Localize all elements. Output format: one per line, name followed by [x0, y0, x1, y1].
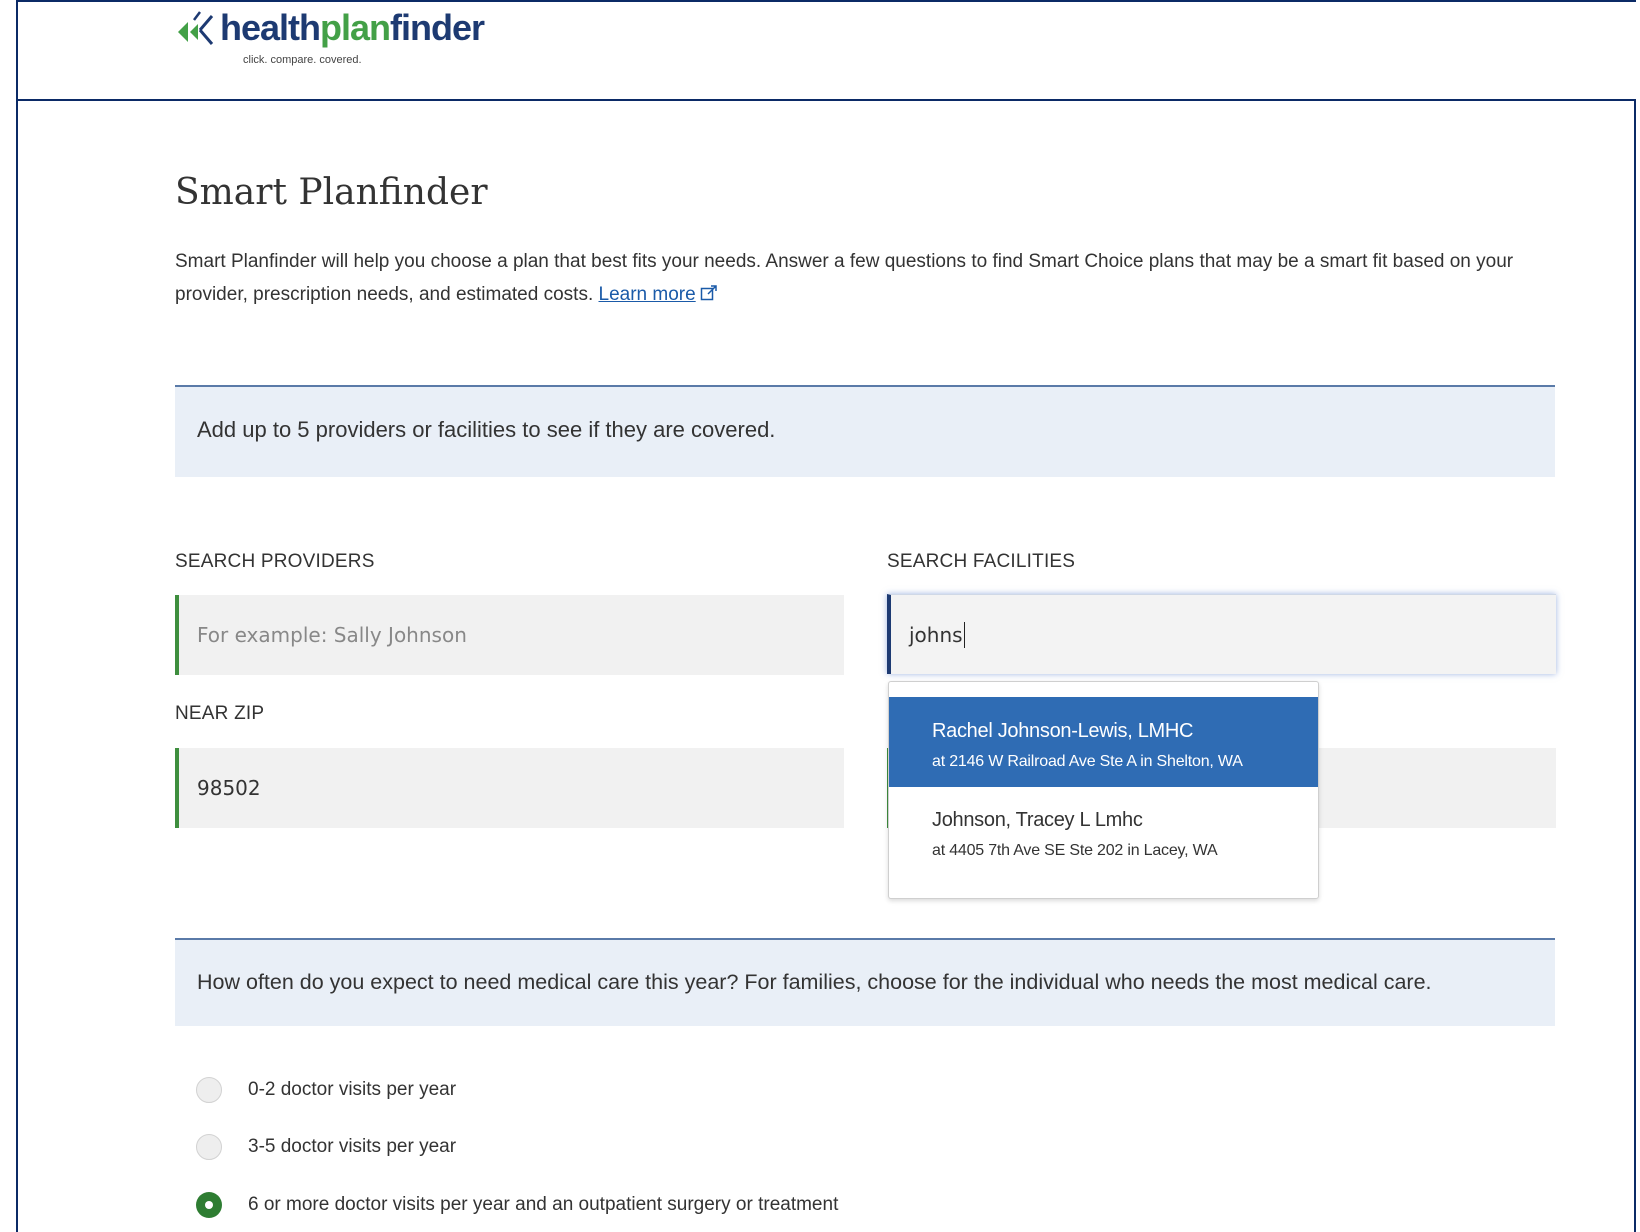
- logo-wordmark: healthplanfinder: [220, 7, 485, 48]
- providers-panel: Add up to 5 providers or facilities to s…: [175, 385, 1555, 477]
- providers-panel-heading: Add up to 5 providers or facilities to s…: [197, 417, 776, 442]
- intro-body: Smart Planfinder will help you choose a …: [175, 251, 1514, 305]
- search-providers-input[interactable]: For example: Sally Johnson: [175, 595, 844, 675]
- care-frequency-panel: How often do you expect to need medical …: [175, 938, 1555, 1026]
- search-providers-label: SEARCH PROVIDERS: [175, 551, 375, 572]
- radio-button[interactable]: [196, 1077, 222, 1103]
- site-header: healthplanfinder click. compare. covered…: [18, 2, 1636, 101]
- external-link-icon: [700, 285, 717, 301]
- suggestion-option[interactable]: Rachel Johnson-Lewis, LMHC at 2146 W Rai…: [889, 697, 1318, 787]
- suggestion-option[interactable]: Johnson, Tracey L Lmhc at 4405 7th Ave S…: [889, 787, 1318, 877]
- care-frequency-question: How often do you expect to need medical …: [197, 970, 1432, 994]
- search-facilities-input[interactable]: johns: [887, 594, 1556, 674]
- intro-text: Smart Planfinder will help you choose a …: [175, 245, 1575, 311]
- radio-button-selected[interactable]: [196, 1192, 222, 1218]
- search-providers-placeholder: For example: Sally Johnson: [197, 623, 467, 647]
- page-title: Smart Planfinder: [175, 172, 488, 213]
- healthplanfinder-logo[interactable]: healthplanfinder click. compare. covered…: [174, 2, 514, 72]
- suggestion-name: Rachel Johnson-Lewis, LMHC: [932, 720, 1194, 742]
- near-zip-input[interactable]: 98502: [175, 748, 844, 828]
- radio-button[interactable]: [196, 1134, 222, 1160]
- suggestion-address: at 2146 W Railroad Ave Ste A in Shelton,…: [932, 753, 1243, 770]
- text-caret: [963, 621, 965, 648]
- facilities-suggestions-dropdown: Rachel Johnson-Lewis, LMHC at 2146 W Rai…: [888, 681, 1319, 899]
- near-zip-label: NEAR ZIP: [175, 703, 265, 724]
- search-facilities-value: johns: [909, 622, 963, 647]
- radio-label: 0-2 doctor visits per year: [248, 1079, 457, 1100]
- suggestion-address: at 4405 7th Ave SE Ste 202 in Lacey, WA: [932, 842, 1218, 859]
- near-zip-value: 98502: [197, 776, 261, 800]
- search-facilities-label: SEARCH FACILITIES: [887, 551, 1076, 572]
- radio-label: 3-5 doctor visits per year: [248, 1136, 457, 1157]
- suggestion-name: Johnson, Tracey L Lmhc: [932, 809, 1143, 831]
- learn-more-link[interactable]: Learn more: [599, 284, 718, 305]
- logo-tagline: click. compare. covered.: [243, 54, 362, 66]
- logo-arrows-icon: [178, 11, 214, 45]
- radio-label: 6 or more doctor visits per year and an …: [248, 1194, 839, 1215]
